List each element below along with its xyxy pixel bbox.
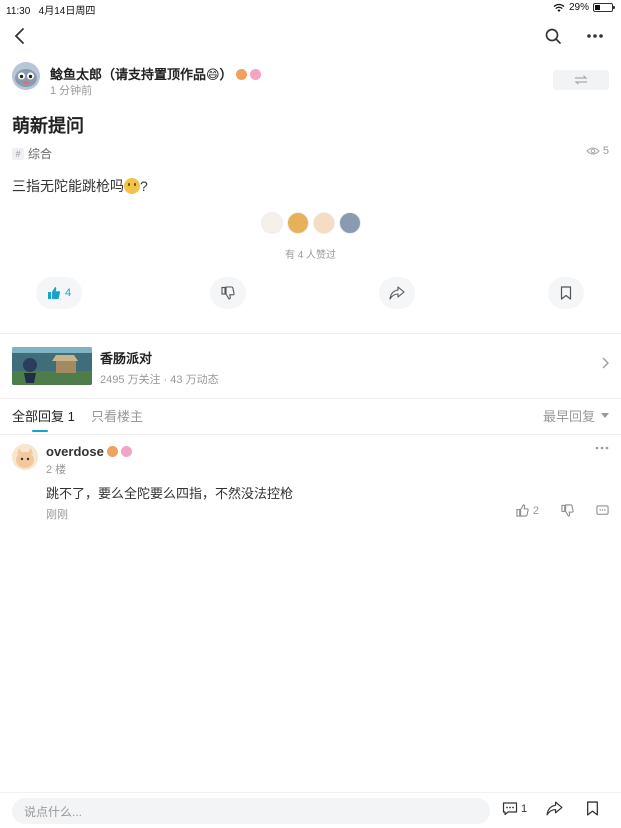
status-bar: 11:30 4月14日周四 29% bbox=[0, 0, 621, 17]
all-replies-count: 1 bbox=[67, 409, 75, 424]
game-stats: 2495 万关注 · 43 万动态 bbox=[100, 374, 219, 386]
battery-fill bbox=[595, 5, 600, 10]
game-name: 香肠派对 bbox=[100, 351, 153, 366]
reply-like-count: 2 bbox=[532, 504, 539, 517]
like-button[interactable]: 4 bbox=[36, 277, 82, 309]
section-divider bbox=[0, 398, 621, 399]
reply-avatar[interactable] bbox=[12, 444, 38, 470]
search-icon bbox=[545, 28, 561, 44]
comments-button[interactable]: 1 bbox=[502, 801, 527, 816]
more-dots-icon bbox=[587, 34, 603, 38]
reply-time: 刚刚 bbox=[46, 509, 68, 521]
bookmark-icon bbox=[560, 286, 572, 300]
game-community-card[interactable]: 香肠派对 2495 万关注 · 43 万动态 bbox=[12, 345, 609, 387]
dislike-button[interactable] bbox=[210, 277, 246, 309]
post-body: 三指无陀能跳枪吗? bbox=[12, 176, 148, 196]
post-topic-tag[interactable]: # 综合 bbox=[12, 145, 52, 162]
post-body-question-mark: ? bbox=[140, 178, 148, 194]
bookmark-icon bbox=[587, 801, 598, 816]
level-badge-icon bbox=[106, 446, 118, 457]
active-tab-indicator bbox=[32, 430, 48, 432]
more-dots-icon[interactable] bbox=[595, 446, 609, 450]
likers-avatars[interactable] bbox=[0, 212, 621, 234]
reply-text: 跳不了，要么全陀要么四指，不然没法控枪 bbox=[46, 486, 294, 501]
comment-input[interactable]: 说点什么... bbox=[12, 798, 490, 824]
topic-label: 综合 bbox=[28, 147, 53, 161]
like-count: 4 bbox=[64, 287, 72, 299]
search-button[interactable] bbox=[541, 24, 565, 48]
reply-floor: 2 楼 bbox=[46, 464, 67, 476]
game-cover-image bbox=[12, 347, 92, 385]
caret-down-icon bbox=[601, 413, 609, 418]
liker-avatar bbox=[260, 212, 283, 234]
hash-icon: # bbox=[12, 147, 24, 160]
reply-author-name[interactable]: overdose bbox=[46, 444, 132, 459]
tab-op-only[interactable]: 只看楼主 bbox=[91, 406, 143, 425]
post-title: 萌新提问 bbox=[12, 116, 84, 136]
thumbs-up-filled-icon bbox=[47, 287, 61, 299]
thumbs-down-icon bbox=[221, 286, 235, 300]
sort-label: 最早回复 bbox=[542, 409, 595, 424]
author-name[interactable]: 鲶鱼太郎（请支持置顶作品😄） bbox=[50, 64, 261, 83]
comment-count: 1 bbox=[521, 802, 528, 815]
status-right: 29% bbox=[553, 2, 615, 13]
share-arrow-icon bbox=[389, 286, 405, 300]
view-count-value: 5 bbox=[602, 145, 609, 157]
reply-actions: 2 bbox=[516, 504, 609, 517]
reply-like-button[interactable]: 2 bbox=[516, 504, 539, 517]
thumbs-up-icon bbox=[516, 504, 529, 517]
back-button[interactable] bbox=[8, 24, 32, 48]
swap-arrows-icon bbox=[574, 75, 588, 85]
fish-avatar-icon bbox=[12, 62, 40, 90]
share-button[interactable] bbox=[379, 277, 415, 309]
thumbs-down-icon[interactable] bbox=[561, 504, 574, 517]
more-button[interactable] bbox=[583, 24, 607, 48]
battery-icon bbox=[593, 3, 615, 12]
reply-comment-icon[interactable] bbox=[596, 504, 609, 517]
post-actions: 4 bbox=[0, 277, 621, 309]
top-nav-bar bbox=[0, 18, 621, 54]
creator-badge-icon bbox=[120, 446, 132, 457]
comment-icon bbox=[502, 802, 518, 816]
back-arrow-icon bbox=[14, 28, 24, 44]
status-time-date: 11:30 4月14日周四 bbox=[6, 6, 96, 17]
wifi-icon bbox=[553, 3, 565, 12]
thinking-emoji-icon bbox=[124, 178, 140, 194]
battery-percent: 29% bbox=[568, 2, 589, 13]
level-badge-icon bbox=[235, 69, 247, 80]
tabs-divider bbox=[0, 434, 621, 435]
post-author: 鲶鱼太郎（请支持置顶作品😄） 1 分钟前 bbox=[12, 62, 609, 98]
post-body-text: 三指无陀能跳枪吗 bbox=[12, 178, 124, 194]
share-button-bottom[interactable] bbox=[546, 801, 563, 816]
tab-all-replies[interactable]: 全部回复 1 bbox=[12, 406, 75, 425]
reply-tabs: 全部回复 1 只看楼主 最早回复 bbox=[12, 406, 609, 432]
liker-avatar bbox=[338, 212, 361, 234]
cat-avatar-icon bbox=[12, 444, 38, 470]
sort-dropdown[interactable]: 最早回复 bbox=[543, 406, 609, 425]
liker-avatar bbox=[286, 212, 309, 234]
post-time: 1 分钟前 bbox=[50, 85, 93, 97]
likers-summary: 有 4 人赞过 bbox=[284, 250, 337, 261]
author-avatar[interactable] bbox=[12, 62, 40, 90]
bookmark-button[interactable] bbox=[548, 277, 584, 309]
follow-button[interactable] bbox=[553, 70, 609, 90]
view-count: 5 bbox=[586, 145, 609, 157]
bookmark-button-bottom[interactable] bbox=[586, 801, 599, 816]
eye-icon bbox=[586, 147, 600, 155]
creator-badge-icon bbox=[249, 69, 261, 80]
bottom-comment-bar: 说点什么... 1 bbox=[0, 792, 621, 828]
liker-avatar bbox=[312, 212, 335, 234]
share-arrow-icon bbox=[546, 801, 563, 816]
chevron-right-icon bbox=[602, 357, 609, 369]
reply-item: overdose 2 楼 跳不了，要么全陀要么四指，不然没法控枪 刚刚 2 bbox=[12, 442, 609, 522]
game-thumbnail bbox=[12, 347, 92, 385]
section-divider bbox=[0, 333, 621, 334]
